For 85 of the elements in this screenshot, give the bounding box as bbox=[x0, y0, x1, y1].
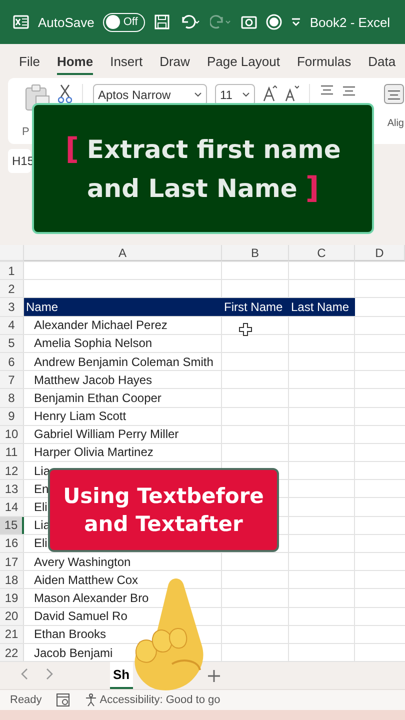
group-label: Alig bbox=[387, 118, 404, 129]
cell-text: En bbox=[34, 482, 49, 496]
header-cell: Name bbox=[24, 298, 222, 316]
cell-text: Mason Alexander Bro bbox=[34, 590, 149, 605]
ribbon-tab[interactable]: Insert bbox=[110, 48, 143, 74]
status-text: Ready bbox=[10, 694, 42, 706]
column-header[interactable]: B bbox=[222, 245, 289, 261]
accessibility-icon[interactable] bbox=[84, 693, 98, 708]
autosave-label: AutoSave bbox=[38, 14, 94, 30]
increase-font-icon[interactable] bbox=[263, 84, 277, 102]
align-middle-icon[interactable] bbox=[342, 84, 356, 98]
camera-icon[interactable] bbox=[240, 14, 257, 30]
row-header[interactable]: 10 bbox=[0, 426, 24, 443]
column-header[interactable]: C bbox=[289, 245, 355, 261]
row-header[interactable]: 11 bbox=[0, 444, 24, 462]
column-header[interactable]: A bbox=[24, 245, 222, 261]
banner-text: and Textafter bbox=[84, 512, 243, 536]
record-icon[interactable] bbox=[266, 14, 282, 30]
row-header[interactable]: 19 bbox=[0, 589, 24, 607]
cell-text: Henry Liam Scott bbox=[34, 409, 126, 424]
header-cell: First Name bbox=[222, 298, 289, 316]
row-header[interactable]: 6 bbox=[0, 352, 24, 370]
save-icon[interactable] bbox=[154, 14, 170, 30]
banner-text: and Last Name bbox=[86, 174, 298, 202]
dropdown-icon[interactable] bbox=[290, 17, 301, 27]
cell-text: Matthew Jacob Hayes bbox=[34, 372, 152, 387]
ribbon-tab[interactable]: Data bbox=[368, 48, 396, 74]
sheet-tab[interactable]: Sh bbox=[110, 662, 133, 690]
row-header[interactable]: 20 bbox=[0, 608, 24, 625]
row-header[interactable]: 17 bbox=[0, 553, 24, 570]
row-header[interactable]: 13 bbox=[0, 480, 24, 498]
bracket-text: ] bbox=[305, 170, 320, 206]
excel-logo-icon[interactable] bbox=[13, 14, 29, 30]
bracket-text: [ bbox=[65, 132, 79, 166]
document-title: Book2 - Excel bbox=[310, 14, 390, 30]
chevron-icon bbox=[242, 92, 250, 98]
row-header[interactable]: 18 bbox=[0, 571, 24, 588]
row-header[interactable]: 2 bbox=[0, 280, 24, 298]
ribbon-tab[interactable]: File bbox=[19, 48, 40, 74]
row-header[interactable]: 7 bbox=[0, 371, 24, 388]
cell-text: Harper Olivia Martinez bbox=[34, 445, 154, 460]
row-header[interactable]: 12 bbox=[0, 462, 24, 480]
row-header[interactable]: 16 bbox=[0, 534, 24, 552]
align-bottom-icon[interactable] bbox=[384, 84, 404, 104]
add-sheet-icon[interactable] bbox=[206, 668, 221, 683]
cell-text: Andrew Benjamin Coleman Smith bbox=[34, 354, 214, 369]
row-header[interactable]: 1 bbox=[0, 262, 24, 280]
macro-icon[interactable] bbox=[56, 693, 70, 708]
cell-text: Benjamin Ethan Cooper bbox=[34, 390, 162, 405]
row-header[interactable]: 15 bbox=[0, 516, 24, 534]
paste-label: P bbox=[22, 126, 30, 138]
ribbon-tab[interactable]: Formulas bbox=[296, 48, 352, 74]
banner-text: Using Textbefore bbox=[63, 484, 264, 508]
ribbon-tab[interactable]: Page Layout bbox=[206, 48, 280, 74]
cell-text: David Samuel Ro bbox=[34, 609, 128, 624]
row-header[interactable]: 21 bbox=[0, 626, 24, 643]
row-header[interactable]: 5 bbox=[0, 334, 24, 352]
cell-text: Aiden Matthew Cox bbox=[34, 572, 138, 587]
ribbon-tab[interactable]: Home bbox=[56, 48, 94, 74]
cell-text: Eli bbox=[34, 536, 48, 550]
cell-text: Amelia Sophia Nelson bbox=[34, 336, 152, 350]
cell-text: Gabriel William Perry Miller bbox=[34, 427, 179, 442]
chevron-icon bbox=[194, 92, 202, 98]
cell-cursor-icon bbox=[239, 323, 252, 336]
row-header[interactable]: 3 bbox=[0, 298, 24, 316]
row-header[interactable]: 8 bbox=[0, 389, 24, 406]
header-cell: Last Name bbox=[289, 298, 355, 316]
decrease-font-icon[interactable] bbox=[285, 84, 299, 102]
font-size-text: 11 bbox=[220, 88, 232, 102]
row-header[interactable]: 14 bbox=[0, 498, 24, 516]
font-name-text: Aptos Narrow bbox=[98, 88, 171, 102]
row-header[interactable]: 22 bbox=[0, 644, 24, 662]
cell-text: Eli bbox=[34, 500, 48, 514]
column-header[interactable]: D bbox=[355, 245, 405, 261]
banner-text: Extract first name bbox=[86, 134, 341, 164]
cell-text: Ethan Brooks bbox=[34, 627, 106, 642]
row-header[interactable]: 4 bbox=[0, 316, 24, 334]
row-header[interactable]: 9 bbox=[0, 408, 24, 425]
accessibility-status[interactable]: Accessibility: Good to go bbox=[100, 694, 220, 706]
autosave-toggle[interactable]: Off bbox=[103, 12, 145, 32]
cell-text: Jacob Benjami bbox=[34, 646, 113, 660]
ribbon-tab[interactable]: Draw bbox=[160, 48, 190, 74]
cell-text: Alexander Michael Perez bbox=[34, 318, 168, 332]
cut-icon[interactable] bbox=[58, 84, 72, 104]
cell-text: Avery Washington bbox=[34, 554, 131, 569]
